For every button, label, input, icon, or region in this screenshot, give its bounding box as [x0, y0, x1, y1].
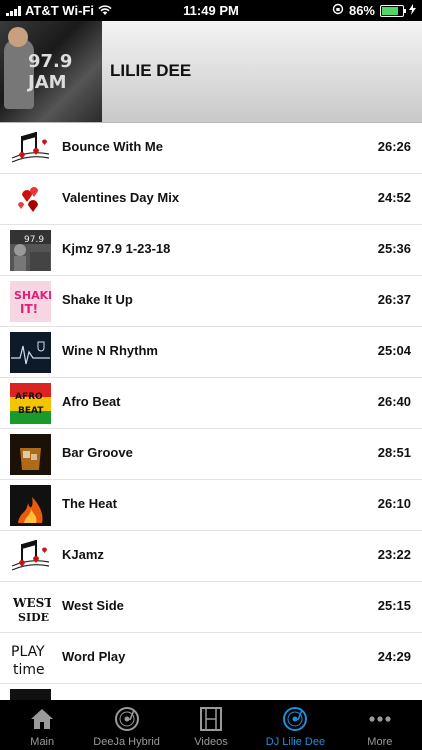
more-dots-icon — [367, 706, 393, 732]
dj-photo: 97.9 JAM — [0, 21, 102, 122]
afro-beat-flag-thumbnail: AFRO BEAT — [10, 383, 51, 424]
mix-row[interactable]: Bounce With Me 26:26 — [0, 123, 422, 174]
mix-row[interactable]: KJamz 23:22 — [0, 531, 422, 582]
svg-text:time: time — [13, 662, 45, 678]
mix-duration: 25:36 — [377, 241, 411, 256]
tab-main[interactable]: Main — [0, 700, 84, 750]
status-bar: AT&T Wi-Fi 11:49 PM 86% — [0, 0, 422, 21]
mix-row[interactable]: SHAKEIT! Shake It Up 26:37 — [0, 276, 422, 327]
flames-thumbnail — [10, 485, 51, 526]
mix-row[interactable]: WEST SIDE West Side 25:15 — [0, 582, 422, 633]
mix-duration: 26:26 — [377, 139, 411, 154]
radio-photo-thumbnail: 97.9 — [10, 230, 51, 271]
whiskey-glass-thumbnail — [10, 434, 51, 475]
tab-label: DJ Lilie Dee — [265, 736, 326, 748]
dj-header: 97.9 JAM LILIE DEE — [0, 21, 422, 123]
tab-label: Videos — [194, 736, 228, 748]
svg-text:AFRO: AFRO — [15, 392, 43, 402]
tab-bar: Main DeeJa Hybrid Videos DJ Lilie Dee More — [0, 700, 422, 750]
tab-label: Main — [30, 736, 55, 748]
mix-row[interactable]: 97.9 Kjmz 97.9 1-23-18 25:36 — [0, 225, 422, 276]
photo-banner-text: 97.9 JAM — [28, 51, 73, 93]
west-side-logo-thumbnail: WEST SIDE — [10, 587, 51, 628]
svg-text:WEST: WEST — [12, 596, 51, 610]
mix-duration: 24:29 — [377, 649, 411, 664]
music-notes-hearts-thumbnail — [10, 536, 51, 577]
battery-percent: 86% — [348, 3, 375, 18]
mix-title: West Side — [62, 598, 124, 613]
mix-title: KJamz — [62, 547, 104, 562]
mix-duration: 25:04 — [377, 343, 411, 358]
charging-icon — [409, 3, 416, 18]
tab-label: DeeJa Hybrid — [93, 736, 160, 748]
mix-row[interactable]: Wine N Rhythm 25:04 — [0, 327, 422, 378]
mix-title: The Heat — [62, 496, 117, 511]
mix-row[interactable]: The Heat 26:10 — [0, 480, 422, 531]
battery-icon — [380, 4, 406, 17]
svg-text:SIDE: SIDE — [18, 611, 49, 624]
mix-row[interactable]: Bar Groove 28:51 — [0, 429, 422, 480]
tab-videos[interactable]: Videos — [169, 700, 253, 750]
mix-duration: 26:10 — [377, 496, 411, 511]
svg-text:BEAT: BEAT — [18, 406, 44, 416]
svg-text:IT!: IT! — [20, 302, 38, 316]
turntable-icon — [114, 706, 140, 732]
music-notes-hearts-thumbnail — [10, 128, 51, 169]
mix-row[interactable]: PLAY time Word Play 24:29 — [0, 633, 422, 684]
home-icon — [29, 706, 55, 732]
heartbeat-wine-thumbnail — [10, 332, 51, 373]
turntable-icon — [282, 706, 308, 732]
page-title: LILIE DEE — [110, 61, 192, 80]
svg-text:SHAKE: SHAKE — [14, 289, 51, 302]
mix-duration: 26:40 — [377, 394, 411, 409]
tab-deeja-hybrid[interactable]: DeeJa Hybrid — [84, 700, 168, 750]
mix-duration: 24:52 — [377, 190, 411, 205]
mix-title: Bounce With Me — [62, 139, 163, 154]
film-icon — [198, 706, 224, 732]
mix-title: Shake It Up — [62, 292, 133, 307]
tab-dj-lilie-dee[interactable]: DJ Lilie Dee — [253, 700, 337, 750]
tab-more[interactable]: More — [338, 700, 422, 750]
mix-list: Bounce With Me 26:26 Valentines Day Mix 24:… — [0, 123, 422, 735]
mix-duration: 25:15 — [377, 598, 411, 613]
mix-title: Word Play — [62, 649, 126, 664]
svg-text:97.9: 97.9 — [24, 235, 44, 245]
svg-text:PLAY: PLAY — [11, 644, 45, 660]
mix-row[interactable]: Valentines Day Mix 24:52 — [0, 174, 422, 225]
hearts-thumbnail — [10, 179, 51, 220]
mix-title: Kjmz 97.9 1-23-18 — [62, 241, 171, 256]
mix-title: Wine N Rhythm — [62, 343, 158, 358]
tab-label: More — [367, 736, 393, 748]
mix-duration: 26:37 — [377, 292, 411, 307]
mix-title: Bar Groove — [62, 445, 133, 460]
mix-title: Valentines Day Mix — [62, 190, 180, 205]
mix-row[interactable]: AFRO BEAT Afro Beat 26:40 — [0, 378, 422, 429]
shake-it-logo-thumbnail: SHAKEIT! — [10, 281, 51, 322]
mix-title: Afro Beat — [62, 394, 121, 409]
mix-duration: 28:51 — [377, 445, 411, 460]
play-time-text-thumbnail: PLAY time — [10, 638, 51, 679]
rotation-lock-icon — [332, 3, 344, 18]
mix-duration: 23:22 — [377, 547, 411, 562]
